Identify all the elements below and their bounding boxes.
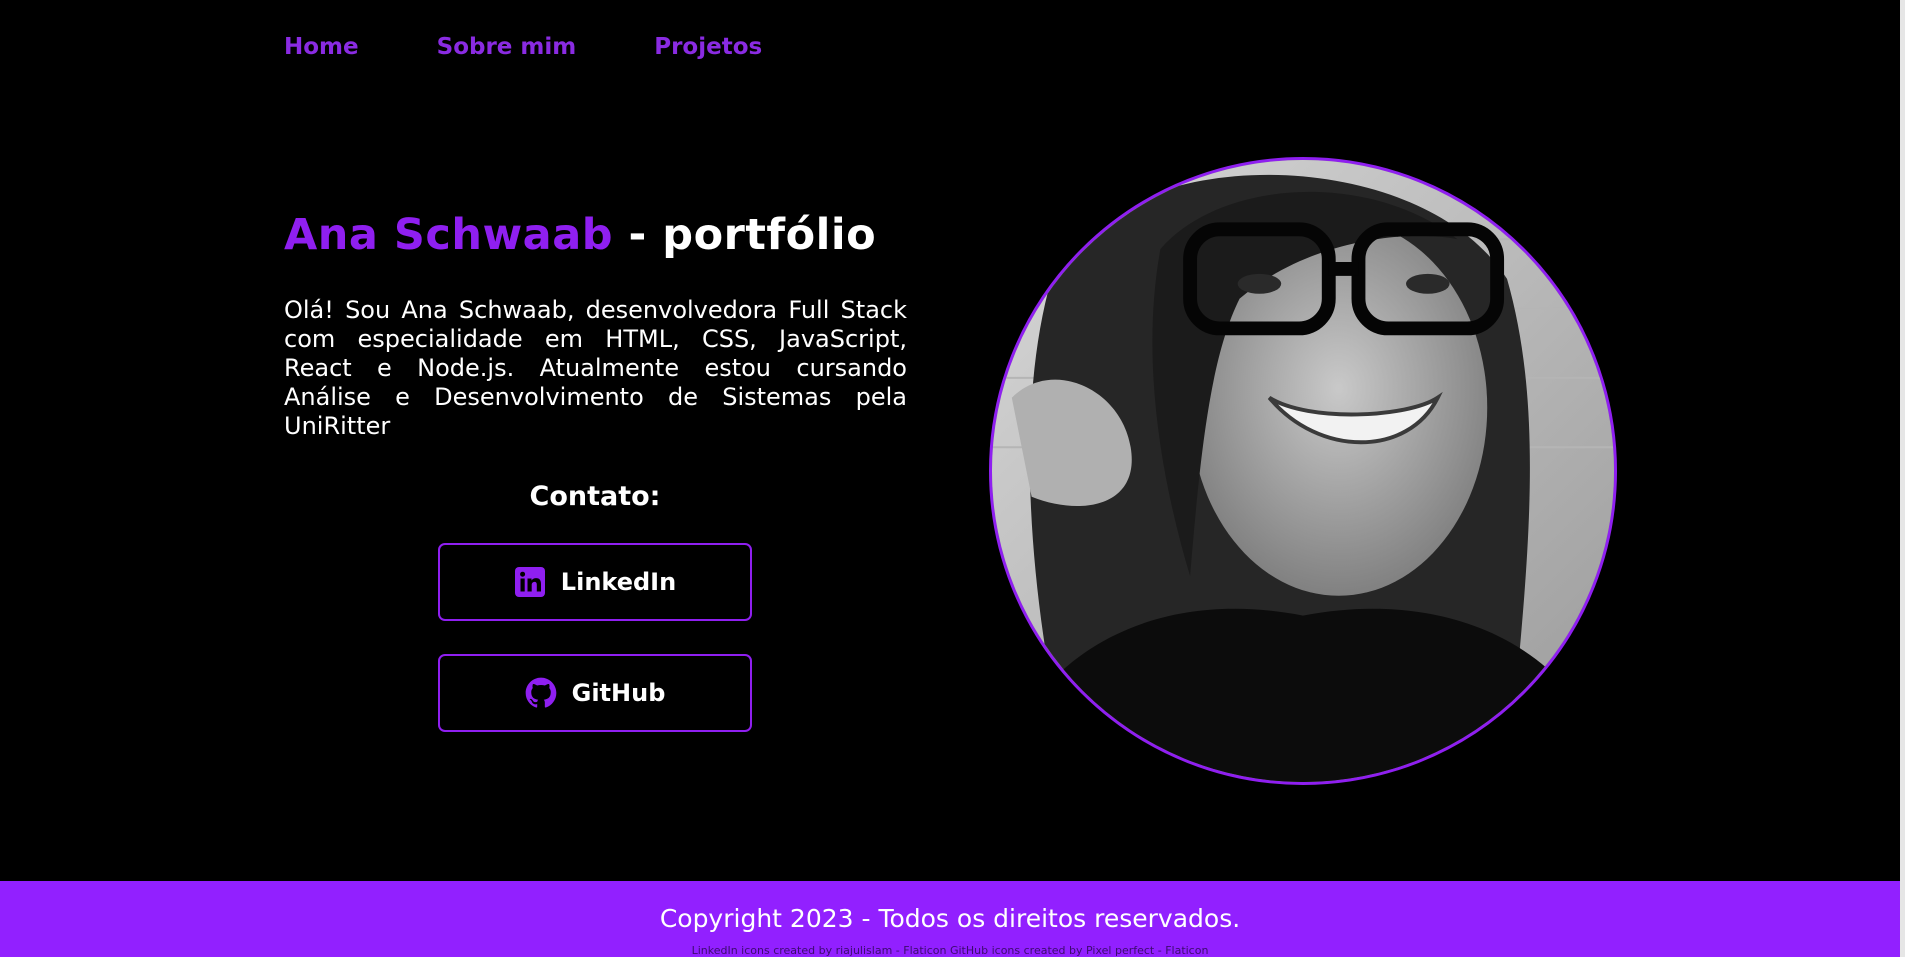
linkedin-button[interactable]: LinkedIn <box>438 543 752 621</box>
profile-photo <box>989 157 1617 785</box>
github-button-label: GitHub <box>571 679 666 707</box>
page-footer: Copyright 2023 - Todos os direitos reser… <box>0 881 1900 957</box>
title-separator: - <box>613 210 663 260</box>
contact-heading: Contato: <box>529 481 661 512</box>
author-name: Ana Schwaab <box>284 210 613 260</box>
nav-projects-link[interactable]: Projetos <box>654 34 762 60</box>
icon-credits: LinkedIn icons created by riajulislam - … <box>691 944 1209 957</box>
page-title: Ana Schwaab - portfólio <box>284 210 876 260</box>
profile-photo-illustration <box>992 160 1614 782</box>
main-nav: Home Sobre mim Projetos <box>284 34 840 60</box>
github-icon <box>525 677 557 709</box>
copyright-text: Copyright 2023 - Todos os direitos reser… <box>659 904 1241 933</box>
title-suffix: portfólio <box>662 210 877 260</box>
nav-home-link[interactable]: Home <box>284 34 359 60</box>
intro-text: Olá! Sou Ana Schwaab, desenvolvedora Ful… <box>284 296 907 440</box>
vertical-scrollbar[interactable] <box>1900 0 1905 957</box>
linkedin-button-label: LinkedIn <box>560 568 677 596</box>
nav-about-link[interactable]: Sobre mim <box>437 34 577 60</box>
github-button[interactable]: GitHub <box>438 654 752 732</box>
linkedin-icon <box>514 566 546 598</box>
